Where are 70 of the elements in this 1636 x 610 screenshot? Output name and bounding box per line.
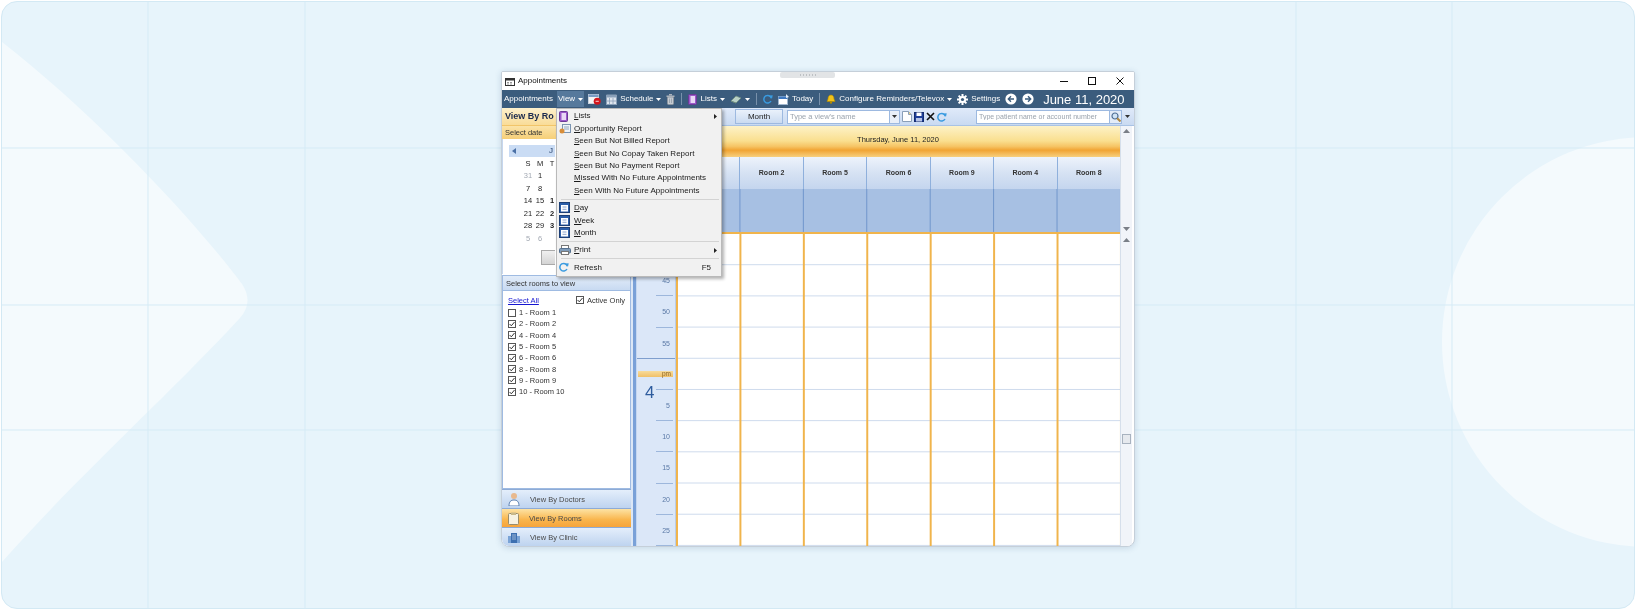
calendar-icon — [588, 93, 602, 105]
calendar-footer-button[interactable] — [541, 249, 555, 265]
caret-icon — [719, 97, 725, 101]
back-arrow-icon — [1005, 93, 1018, 105]
forward-button[interactable] — [1021, 91, 1036, 107]
toolbar-button[interactable]: Today — [776, 91, 815, 107]
delete-icon[interactable] — [926, 112, 935, 121]
menu-item[interactable]: Missed With No Future Appointments — [557, 171, 721, 185]
book-icon — [559, 110, 568, 122]
caret-icon — [578, 97, 584, 101]
caret-icon — [1124, 115, 1130, 118]
month-label: J — [549, 146, 553, 156]
toolbar-button[interactable] — [587, 91, 603, 107]
book-icon — [688, 93, 698, 105]
window-title: Appointments — [518, 76, 567, 86]
report-icon — [559, 123, 571, 134]
scroll-up-icon[interactable] — [1123, 129, 1130, 133]
close-icon — [1116, 77, 1124, 85]
back-button[interactable] — [1004, 91, 1019, 107]
toolbar-button[interactable]: Configure Reminders/Televox — [825, 91, 954, 107]
toolbar-button[interactable]: Schedule — [605, 91, 663, 107]
menu-item[interactable]: Day — [557, 201, 721, 215]
building-icon — [508, 531, 520, 543]
hour-label: 4 — [645, 383, 655, 401]
menu-item[interactable]: Print — [557, 243, 721, 257]
scrollbar-thumb[interactable] — [1122, 434, 1131, 444]
scroll-down-icon[interactable] — [1123, 227, 1130, 231]
calendar-icon — [559, 214, 570, 226]
menu-item[interactable]: Month — [557, 226, 721, 239]
refresh-icon — [559, 262, 569, 273]
printer-icon — [559, 245, 571, 256]
toolbar-button[interactable] — [665, 91, 677, 107]
current-date: June 11, 2020 — [1043, 92, 1125, 106]
menu-item[interactable]: Seen But No Copay Taken Report — [557, 147, 721, 160]
caret-icon — [744, 97, 750, 101]
left-arrow-icon[interactable] — [512, 148, 516, 154]
save-icon[interactable] — [914, 111, 924, 122]
caret-icon — [656, 97, 662, 101]
menu-button[interactable]: Appointments — [503, 91, 554, 107]
person-icon — [508, 492, 520, 506]
calendar-icon — [559, 202, 570, 214]
dropdown-button[interactable] — [890, 109, 900, 124]
scroll-up-icon[interactable] — [1123, 238, 1130, 242]
grip-icon — [780, 72, 835, 78]
menu-item[interactable]: Week — [557, 214, 721, 227]
menu-item[interactable]: Seen With No Future Appointments — [557, 184, 721, 197]
calendar-page-icon — [777, 93, 789, 105]
trash-icon — [666, 93, 676, 105]
toolbar-button[interactable]: Lists — [687, 91, 726, 107]
caret-icon — [892, 115, 897, 118]
view-mode-button[interactable]: Month — [735, 109, 783, 124]
menu-item[interactable]: Seen But No Payment Report — [557, 159, 721, 172]
maximize-icon — [1088, 77, 1096, 85]
menu-item[interactable]: Refresh F5 — [557, 261, 721, 274]
calendar-icon — [505, 76, 515, 86]
caret-icon — [947, 97, 953, 101]
scrollbar[interactable] — [1120, 234, 1132, 546]
menu-button[interactable]: View — [556, 91, 585, 107]
clipboard-icon — [508, 511, 519, 525]
toolbar-button[interactable]: Settings — [956, 91, 1002, 107]
refresh-icon — [762, 94, 773, 104]
calendar-icon — [559, 227, 570, 239]
forward-arrow-icon — [1022, 93, 1035, 105]
settings-icon — [957, 93, 969, 105]
eraser-icon — [729, 94, 742, 104]
search-button[interactable] — [1110, 109, 1122, 124]
search-icon — [1110, 111, 1121, 122]
calendar-grid-icon — [606, 93, 618, 105]
bell-icon — [826, 94, 837, 104]
scrollbar[interactable] — [1120, 126, 1132, 234]
